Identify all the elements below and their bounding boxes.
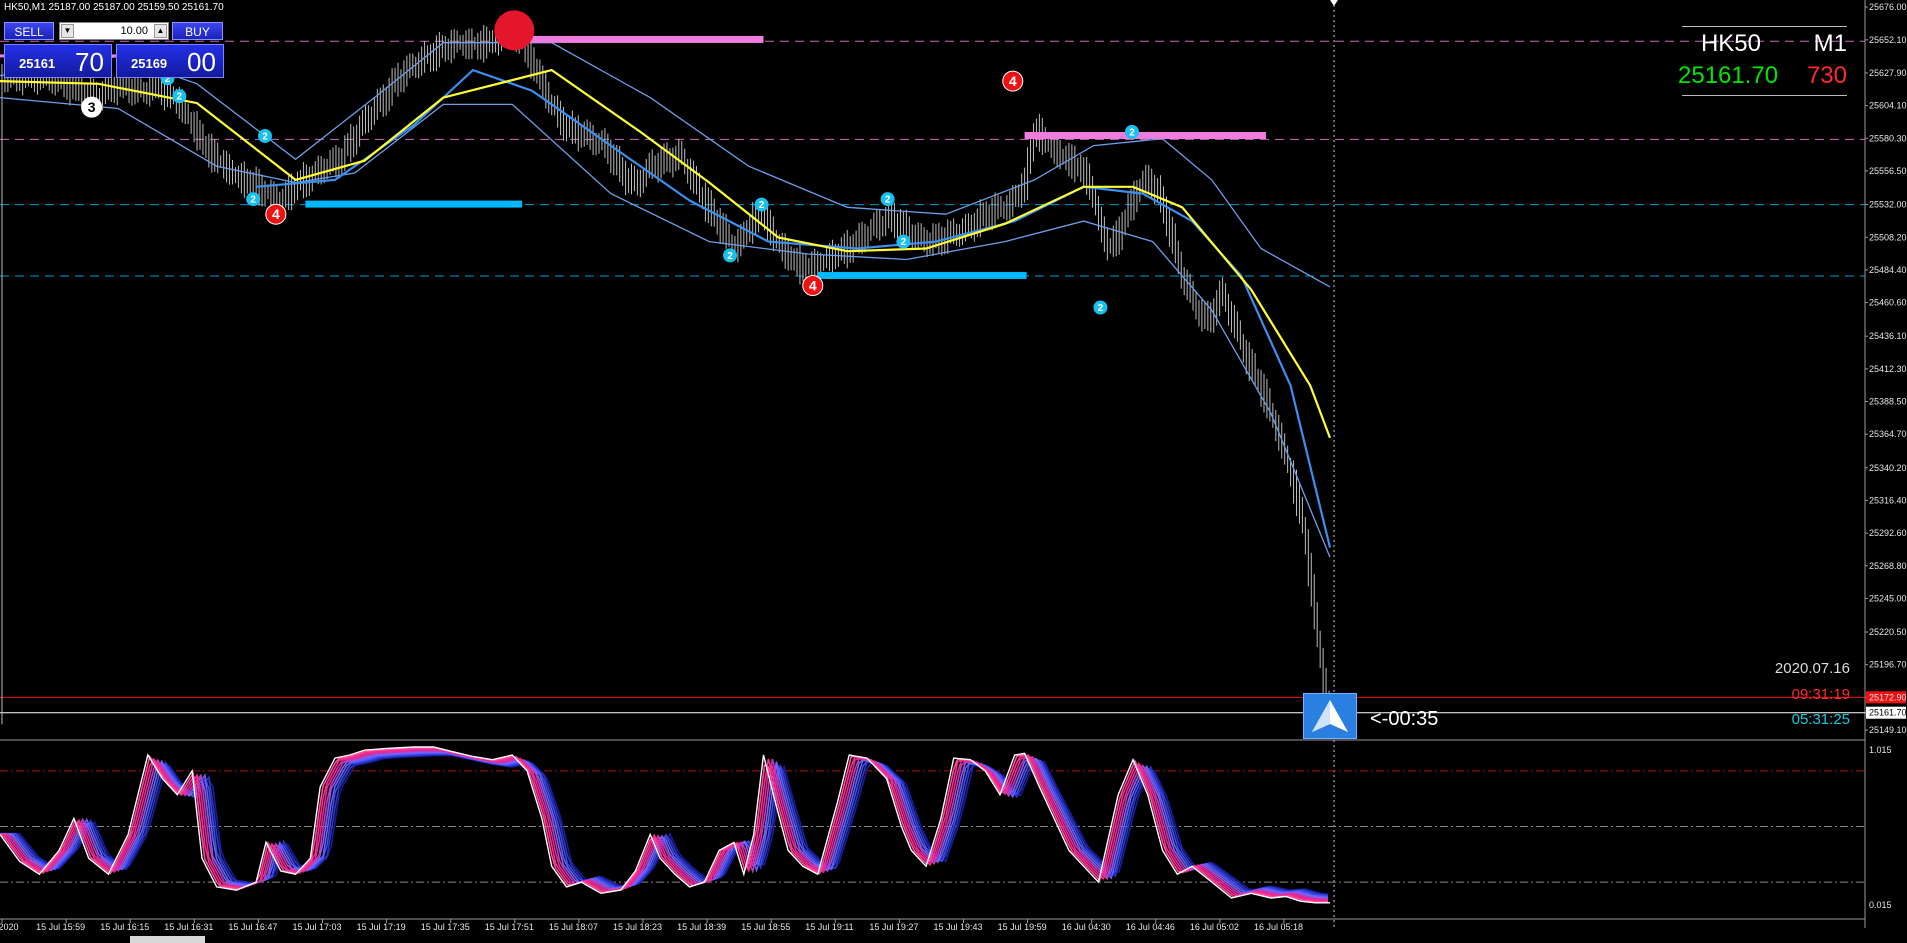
chart-symbol-ohlc: HK50,M1 25187.00 25187.00 25159.50 25161… (4, 2, 224, 13)
zone-bar (1024, 131, 1266, 139)
price-axis-label: 25220.50 (1869, 627, 1907, 637)
price-axis-label: 25436.10 (1869, 331, 1907, 341)
signal-label: 4 (1009, 73, 1017, 89)
time-axis-label: 16 Jul 05:18 (1254, 922, 1303, 932)
time-axis-label: 15 Jul 19:27 (869, 922, 918, 932)
price-axis-label: 25268.80 (1869, 561, 1907, 571)
sell-button[interactable]: SELL (4, 22, 54, 40)
price-axis-label: 25196.70 (1869, 660, 1907, 670)
price-axis-label: 25364.70 (1869, 429, 1907, 439)
time-axis-label: 16 Jul 04:30 (1062, 922, 1111, 932)
time-axis-label: 15 Jul 16:31 (164, 922, 213, 932)
time-axis-label: 15 Jul 2020 (0, 922, 19, 932)
lot-size-input[interactable] (76, 23, 152, 39)
info-symbol: HK50 (1700, 30, 1761, 57)
signal-label: 2 (1098, 303, 1104, 314)
time-axis-label: 15 Jul 17:03 (293, 922, 342, 932)
price-axis-label: 25556.50 (1869, 166, 1907, 176)
price-axis-label: 25508.20 (1869, 232, 1907, 242)
price-axis-label: 25316.40 (1869, 495, 1907, 505)
time-axis-label: 15 Jul 16:47 (228, 922, 277, 932)
price-axis-label: 25388.50 (1869, 397, 1907, 407)
osc-axis-label: 0.015 (1869, 900, 1892, 910)
signal-label: 4 (272, 206, 280, 222)
peak-marker (494, 10, 535, 51)
price-axis-label: 25412.30 (1869, 364, 1907, 374)
info-spread: 730 (1806, 62, 1847, 89)
osc-axis-label: 1.015 (1869, 745, 1892, 755)
zone-bar (305, 200, 523, 208)
ma-blue-line (256, 68, 1332, 548)
buy-price-button[interactable]: 25169 00 (116, 44, 224, 78)
band-lower-line (0, 96, 1331, 558)
time-axis-label: 15 Jul 19:43 (934, 922, 983, 932)
price-axis-label: 25172.90 (1869, 692, 1907, 702)
signal-label: 2 (759, 200, 765, 211)
price-axis-label: 25652.10 (1869, 35, 1907, 45)
signal-label: 2 (885, 195, 891, 206)
triangle-logo-icon (1312, 700, 1348, 732)
buy-button[interactable]: BUY (172, 22, 223, 40)
chevron-up-icon[interactable]: ▲ (154, 24, 167, 38)
one-click-trading-panel: SELL ▼ ▲ BUY 25161 70 25169 00 (2, 22, 224, 78)
sell-price-pips: 70 (75, 47, 104, 77)
signal-label: 2 (262, 131, 268, 142)
bar-countdown: <-00:35 (1370, 708, 1439, 730)
time-axis-label: 15 Jul 17:19 (357, 922, 406, 932)
price-axis-label: 25532.00 (1869, 200, 1907, 210)
signal-label: 2 (1129, 127, 1135, 138)
price-axis-label: 25460.60 (1869, 298, 1907, 308)
price-axis-label: 25292.60 (1869, 528, 1907, 538)
info-price: 25161.70 (1678, 62, 1779, 89)
price-axis-label: 25161.70 (1869, 708, 1907, 718)
time-axis-label: 16 Jul 05:02 (1190, 922, 1239, 932)
server-date: 2020.07.16 (1774, 660, 1850, 677)
time-axis-label: 16 Jul 04:46 (1126, 922, 1175, 932)
local-time: 05:31:25 (1791, 711, 1850, 728)
price-axis-label: 25245.00 (1869, 593, 1907, 603)
signal-label: 2 (901, 237, 907, 248)
current-time-marker (1330, 0, 1338, 6)
price-axis-label: 25676.00 (1869, 2, 1907, 12)
trading-chart[interactable]: 4443222222 222225676.0025652.1025627.9025… (0, 0, 1907, 943)
price-axis-label: 25340.20 (1869, 463, 1907, 473)
divider (1682, 26, 1847, 27)
time-axis-label: 15 Jul 18:07 (549, 922, 598, 932)
chevron-down-icon[interactable]: ▼ (61, 24, 74, 38)
price-axis-label: 25149.10 (1869, 725, 1907, 735)
price-axis-label: 25580.30 (1869, 133, 1907, 143)
sell-price-prefix: 25161 (19, 56, 56, 71)
price-axis-label: 25604.10 (1869, 101, 1907, 111)
sell-price-button[interactable]: 25161 70 (4, 44, 112, 78)
time-axis-label: 15 Jul 18:55 (741, 922, 790, 932)
time-axis-label: 15 Jul 19:59 (998, 922, 1047, 932)
buy-price-prefix: 25169 (131, 56, 168, 71)
time-axis-label: 15 Jul 17:51 (485, 922, 534, 932)
signal-label: 2 (250, 195, 256, 206)
time-axis-label: 15 Jul 15:59 (36, 922, 85, 932)
time-axis-label: 15 Jul 17:35 (421, 922, 470, 932)
time-axis-label: 15 Jul 19:11 (805, 922, 853, 932)
price-axis-label: 25627.90 (1869, 68, 1907, 78)
time-axis-label: 15 Jul 18:39 (677, 922, 726, 932)
lot-size-stepper: ▼ ▲ (59, 22, 169, 40)
zone-bar (522, 35, 764, 43)
server-time: 09:31:19 (1791, 686, 1850, 703)
signal-label: 2 (177, 92, 183, 103)
chart-tab[interactable] (130, 936, 205, 943)
signal-label: 2 (727, 251, 733, 262)
time-axis-label: 15 Jul 16:15 (100, 922, 149, 932)
symbol-info-panel: HK50 M1 25161.70 730 (1678, 26, 1847, 98)
signal-label: 4 (809, 278, 817, 294)
divider (1682, 95, 1847, 96)
time-axis-label: 15 Jul 18:23 (613, 922, 662, 932)
indicator-logo (1303, 693, 1357, 739)
price-axis-label: 25484.40 (1869, 265, 1907, 275)
info-timeframe: M1 (1813, 30, 1847, 57)
buy-price-pips: 00 (187, 47, 216, 77)
pane-gap (0, 731, 1865, 744)
zone-bar (817, 271, 1027, 279)
signal-label: 3 (88, 99, 96, 115)
band-upper-line (0, 42, 1331, 288)
